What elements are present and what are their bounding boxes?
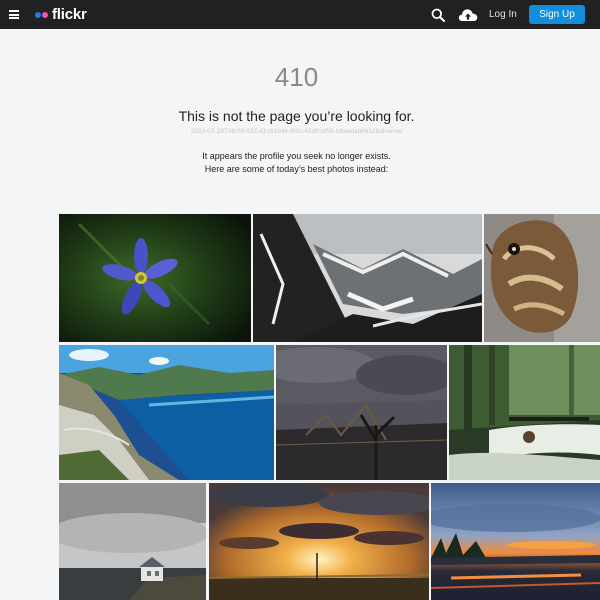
photo-snowy-mountains-image (253, 214, 482, 342)
menu-icon[interactable] (9, 10, 19, 19)
photo-stormy-canyon[interactable] (276, 345, 447, 480)
search-icon[interactable] (431, 8, 445, 22)
error-message-line-2: Here are some of today’s best photos ins… (204, 164, 389, 174)
upload-cloud-icon[interactable] (458, 7, 478, 22)
brand-wordmark: flickr (52, 6, 87, 23)
photo-coastline-image (59, 345, 274, 480)
photo-lake-sunset-image (431, 483, 600, 600)
error-message: It appears the profile you seek no longe… (0, 150, 593, 176)
photo-lake-sunset[interactable] (431, 483, 600, 600)
photo-blue-flower-image (59, 214, 251, 342)
error-message-line-1: It appears the profile you seek no longe… (202, 151, 391, 161)
photo-golden-sunset[interactable] (209, 483, 429, 600)
request-id: 2022-07-29T06:09:03Z-d1c61bd4-6f1c-43d9-… (190, 128, 403, 135)
signup-button[interactable]: Sign Up (529, 5, 585, 24)
photo-forest-waterfall-image (449, 345, 600, 480)
top-navigation-bar: flickr Log In Sign Up (0, 0, 600, 29)
photo-snowy-mountains[interactable] (253, 214, 482, 342)
photo-blue-flower[interactable] (59, 214, 251, 342)
photo-cliff-house[interactable] (59, 483, 206, 600)
photo-stormy-canyon-image (276, 345, 447, 480)
photo-butterfly[interactable] (484, 214, 600, 342)
photo-forest-waterfall[interactable] (449, 345, 600, 480)
photo-golden-sunset-image (209, 483, 429, 600)
error-code: 410 (274, 62, 319, 92)
error-title: This is not the page you’re looking for. (178, 108, 415, 124)
logo-pink-dot-icon (42, 11, 48, 18)
logo-blue-dot-icon (35, 11, 41, 18)
login-link[interactable]: Log In (489, 9, 517, 20)
photo-butterfly-image (484, 214, 600, 342)
flickr-logo[interactable]: flickr (35, 5, 87, 24)
photo-coastline[interactable] (59, 345, 274, 480)
photo-cliff-house-image (59, 483, 206, 600)
